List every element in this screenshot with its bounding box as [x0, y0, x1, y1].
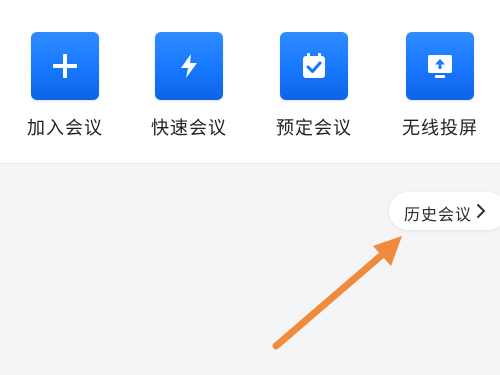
schedule-meeting-label: 预定会议 — [276, 118, 352, 139]
lightning-icon — [181, 54, 197, 78]
wireless-cast-label: 无线投屏 — [402, 118, 478, 139]
section-divider — [0, 163, 500, 164]
plus-icon — [53, 54, 77, 78]
calendar-check-icon — [303, 53, 325, 78]
quick-meeting-tile[interactable] — [155, 32, 223, 100]
annotation-arrow-head — [373, 236, 402, 266]
wireless-cast-tile[interactable] — [406, 32, 474, 100]
quick-meeting-label: 快速会议 — [151, 118, 227, 139]
history-meetings-button[interactable]: 历史会议 — [389, 192, 500, 230]
join-meeting-button[interactable]: 加入会议 — [10, 0, 120, 150]
history-meetings-label: 历史会议 — [404, 205, 473, 224]
join-meeting-tile[interactable] — [31, 32, 99, 100]
quick-meeting-button[interactable]: 快速会议 — [134, 0, 244, 150]
schedule-meeting-button[interactable]: 预定会议 — [259, 0, 369, 150]
chevron-right-icon — [477, 204, 485, 218]
annotation-arrow-shaft — [272, 250, 387, 350]
join-meeting-label: 加入会议 — [27, 118, 103, 139]
quick-actions-panel: 加入会议 快速会议 预定会议 无线投屏 — [0, 0, 500, 163]
schedule-meeting-tile[interactable] — [280, 32, 348, 100]
wireless-cast-button[interactable]: 无线投屏 — [385, 0, 495, 150]
screen-cast-icon — [428, 55, 452, 78]
